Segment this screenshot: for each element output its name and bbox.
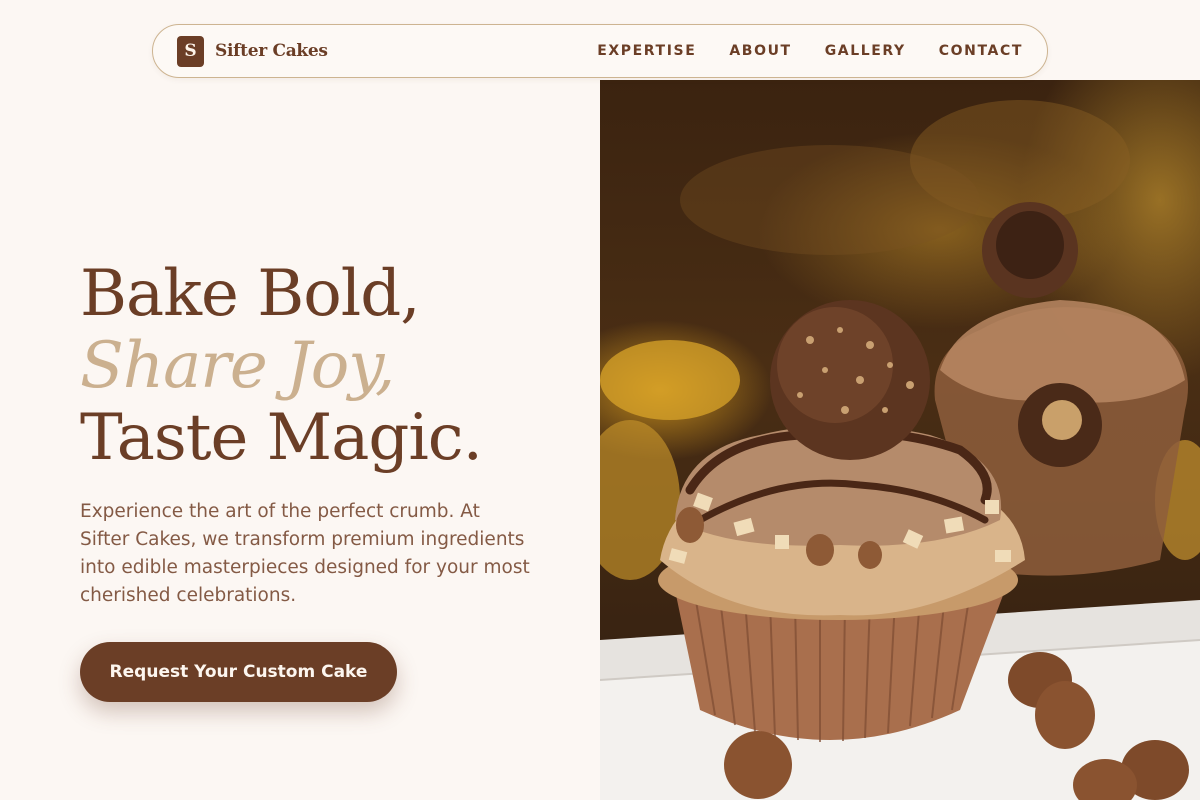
nav-links: EXPERTISE ABOUT GALLERY CONTACT	[597, 43, 1023, 59]
nav-link-contact[interactable]: CONTACT	[939, 43, 1023, 59]
hero-description: Experience the art of the perfect crumb.…	[80, 501, 530, 606]
brand-name: Sifter Cakes	[215, 41, 328, 61]
headline-line-3: Taste Magic.	[80, 401, 483, 475]
hero-image	[600, 80, 1200, 800]
headline-line-1: Bake Bold,	[80, 257, 421, 331]
brand[interactable]: S Sifter Cakes	[177, 35, 328, 67]
hero-headline: Bake Bold, Share Joy, Taste Magic.	[80, 258, 580, 474]
headline-line-2: Share Joy,	[80, 329, 395, 403]
nav-link-gallery[interactable]: GALLERY	[825, 43, 906, 59]
navbar: S Sifter Cakes EXPERTISE ABOUT GALLERY C…	[152, 24, 1048, 78]
nav-link-about[interactable]: ABOUT	[729, 43, 791, 59]
request-custom-cake-button[interactable]: Request Your Custom Cake	[80, 642, 397, 702]
hero-copy: Bake Bold, Share Joy, Taste Magic.	[80, 258, 580, 474]
nav-link-expertise[interactable]: EXPERTISE	[597, 43, 696, 59]
logo-mark: S	[177, 35, 204, 67]
cupcake-illustration	[600, 100, 1200, 800]
